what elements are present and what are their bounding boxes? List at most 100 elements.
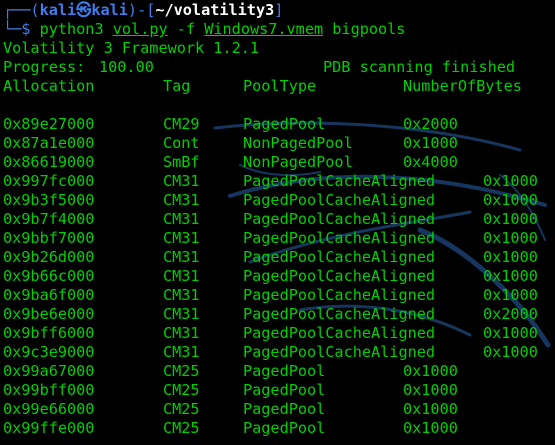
row-pooltype: PagedPool [243, 419, 326, 437]
row-numberofbytes: 0x1000 [483, 172, 538, 190]
prompt-frame-bottom: └─$ [3, 20, 31, 38]
header-numberofbytes: NumberOfBytes [403, 77, 522, 95]
row-allocation: 0x9ba6f000 [3, 286, 95, 304]
table-row: 0x86619000 SmBf NonPagedPool 0x4000 [3, 153, 555, 172]
row-pooltype: PagedPoolCacheAligned [243, 343, 436, 361]
row-allocation: 0x99e66000 [3, 400, 95, 418]
row-pooltype: PagedPoolCacheAligned [243, 286, 436, 304]
table-row: 0x9be6e000 CM31 PagedPoolCacheAligned 0x200… [3, 305, 555, 324]
row-pooltype: PagedPool [243, 381, 326, 399]
row-tag: CM25 [163, 419, 200, 437]
table-row: 0x9c3e9000 CM31 PagedPoolCacheAligned 0x100… [3, 343, 555, 362]
prompt-frame-end: ] [274, 1, 284, 19]
row-allocation: 0x9c3e9000 [3, 343, 95, 361]
table-header: Allocation Tag PoolType NumberOfBytes [3, 77, 555, 96]
row-numberofbytes: 0x1000 [403, 134, 458, 152]
prompt-separator: )-[ [127, 1, 156, 19]
progress-status: PDB scanning finished [323, 58, 516, 76]
row-numberofbytes: 0x1000 [483, 229, 538, 247]
table-row: 0x89e27000 CM29 PagedPool 0x2000 [3, 115, 555, 134]
row-pooltype: PagedPool [243, 362, 326, 380]
header-tag: Tag [163, 77, 191, 95]
prompt-cwd: ~/volatility3 [155, 1, 275, 19]
row-allocation: 0x86619000 [3, 153, 95, 171]
row-pooltype: PagedPoolCacheAligned [243, 172, 436, 190]
row-numberofbytes: 0x2000 [403, 115, 458, 133]
row-allocation: 0x99ffe000 [3, 419, 95, 437]
progress-value: 100.00 [99, 58, 154, 76]
row-numberofbytes: 0x1000 [403, 419, 458, 437]
row-tag: CM31 [163, 267, 200, 285]
row-allocation: 0x89e27000 [3, 115, 95, 133]
row-tag: CM31 [163, 210, 200, 228]
row-pooltype: PagedPool [243, 115, 326, 133]
row-pooltype: PagedPoolCacheAligned [243, 229, 436, 247]
row-numberofbytes: 0x1000 [483, 267, 538, 285]
row-tag: CM31 [163, 191, 200, 209]
row-numberofbytes: 0x1000 [403, 400, 458, 418]
table-row: 0x9ba6f000 CM31 PagedPoolCacheAligned 0x100… [3, 286, 555, 305]
table-row: 0x87a1e000 Cont NonPagedPool 0x1000 [3, 134, 555, 153]
row-tag: SmBf [163, 153, 200, 171]
command-line[interactable]: └─$ python3 vol.py -f Windows7.vmem bigp… [3, 20, 555, 39]
row-allocation: 0x9bff6000 [3, 324, 95, 342]
row-pooltype: PagedPoolCacheAligned [243, 267, 436, 285]
row-pooltype: PagedPoolCacheAligned [243, 210, 436, 228]
row-pooltype: PagedPoolCacheAligned [243, 324, 436, 342]
table-row: 0x9b26d000 CM31 PagedPoolCacheAligned 0x100… [3, 248, 555, 267]
table-row: 0x997fc000 CM31 PagedPoolCacheAligned 0x100… [3, 172, 555, 191]
row-tag: Cont [163, 134, 200, 152]
row-numberofbytes: 0x4000 [403, 153, 458, 171]
row-numberofbytes: 0x1000 [483, 324, 538, 342]
row-tag: CM31 [163, 248, 200, 266]
row-numberofbytes: 0x1000 [403, 381, 458, 399]
table-row: 0x99e66000 CM25 PagedPool 0x1000 [3, 400, 555, 419]
terminal-window[interactable]: ┌──(kali㉿kali)-[~/volatility3] └─$ pytho… [0, 0, 555, 445]
prompt-frame-top: ┌──( [3, 1, 40, 19]
row-numberofbytes: 0x1000 [483, 210, 538, 228]
row-tag: CM25 [163, 400, 200, 418]
row-numberofbytes: 0x1000 [483, 343, 538, 361]
row-tag: CM31 [163, 305, 200, 323]
row-allocation: 0x99bff000 [3, 381, 95, 399]
row-numberofbytes: 0x1000 [483, 248, 538, 266]
header-pooltype: PoolType [243, 77, 317, 95]
header-allocation: Allocation [3, 77, 95, 95]
table-row: 0x9b7f4000 CM31 PagedPoolCacheAligned 0x100… [3, 210, 555, 229]
prompt-line: ┌──(kali㉿kali)-[~/volatility3] [3, 1, 555, 20]
row-numberofbytes: 0x1000 [483, 191, 538, 209]
prompt-host: kali [91, 1, 128, 19]
row-allocation: 0x9be6e000 [3, 305, 95, 323]
row-tag: CM31 [163, 324, 200, 342]
row-tag: CM25 [163, 362, 200, 380]
table-row: 0x99a67000 CM25 PagedPool 0x1000 [3, 362, 555, 381]
command-script: vol.py [112, 20, 168, 38]
row-allocation: 0x997fc000 [3, 172, 95, 190]
row-allocation: 0x9b26d000 [3, 248, 95, 266]
row-allocation: 0x9b3f5000 [3, 191, 95, 209]
command-program: python3 [39, 20, 104, 38]
row-pooltype: NonPagedPool [243, 153, 353, 171]
progress-line: Progress: 100.00 PDB scanning finished [3, 58, 555, 77]
row-pooltype: PagedPoolCacheAligned [243, 191, 436, 209]
kali-skull-icon: ㉿ [76, 1, 92, 19]
row-tag: CM31 [163, 343, 200, 361]
row-numberofbytes: 0x1000 [403, 362, 458, 380]
command-flag: -f [176, 20, 196, 38]
row-numberofbytes: 0x1000 [483, 286, 538, 304]
row-allocation: 0x9bbf7000 [3, 229, 95, 247]
framework-banner: Volatility 3 Framework 1.2.1 [3, 39, 260, 57]
table-row: 0x99ffe000 CM25 PagedPool 0x1000 [3, 419, 555, 438]
row-pooltype: PagedPoolCacheAligned [243, 248, 436, 266]
row-allocation: 0x9b66c000 [3, 267, 95, 285]
row-pooltype: PagedPool [243, 400, 326, 418]
table-row: 0x9bbf7000 CM31 PagedPoolCacheAligned 0x100… [3, 229, 555, 248]
command-file: Windows7.vmem [204, 20, 324, 38]
table-row: 0x99bff000 CM25 PagedPool 0x1000 [3, 381, 555, 400]
row-allocation: 0x9b7f4000 [3, 210, 95, 228]
pool-table-body: 0x89e27000 CM29 PagedPool 0x2000 0x87a1e000 C… [3, 115, 555, 438]
table-row: 0x9b66c000 CM31 PagedPoolCacheAligned 0x100… [3, 267, 555, 286]
row-tag: CM29 [163, 115, 200, 133]
command-plugin: bigpools [332, 20, 406, 38]
